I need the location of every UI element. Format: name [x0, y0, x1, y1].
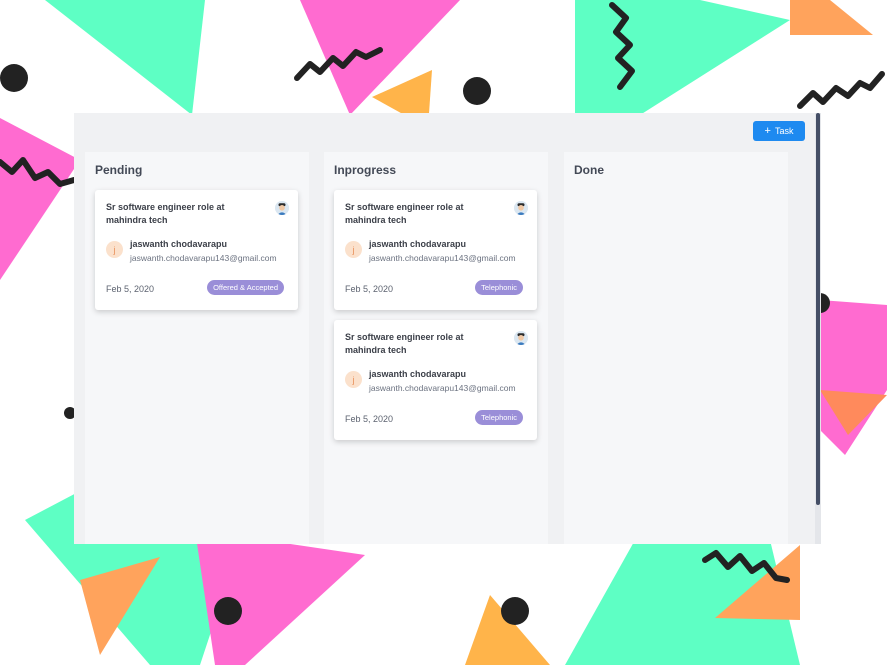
candidate-name: jaswanth chodavarapu: [369, 239, 467, 249]
task-date: Feb 5, 2020: [345, 284, 394, 294]
candidate-email: jaswanth.chodavarapu143@gmail.com: [130, 253, 277, 263]
avatar: [514, 201, 528, 215]
candidate-email: jaswanth.chodavarapu143@gmail.com: [369, 253, 516, 263]
task-date: Feb 5, 2020: [106, 284, 155, 294]
task-card[interactable]: Sr software engineer role at mahindra te…: [334, 190, 537, 310]
task-card[interactable]: Sr software engineer role at mahindra te…: [334, 320, 537, 440]
scrollbar-thumb[interactable]: [816, 113, 820, 505]
status-badge: Telephonic: [475, 410, 523, 425]
column-title: Done: [574, 163, 604, 177]
status-badge: Offered & Accepted: [207, 280, 284, 295]
candidate-avatar: j: [345, 371, 362, 388]
candidate-avatar: j: [106, 241, 123, 258]
candidate-name: jaswanth chodavarapu: [369, 369, 467, 379]
status-badge: Telephonic: [475, 280, 523, 295]
task-date: Feb 5, 2020: [345, 414, 394, 424]
column-title: Pending: [95, 163, 143, 177]
candidate-email: jaswanth.chodavarapu143@gmail.com: [369, 383, 516, 393]
column-done: Done: [564, 152, 788, 544]
scrollbar-track[interactable]: [815, 113, 821, 544]
add-task-label: Task: [774, 126, 794, 136]
task-card[interactable]: Sr software engineer role at mahindra te…: [95, 190, 298, 310]
task-title: Sr software engineer role at mahindra te…: [106, 202, 225, 225]
column-pending: Pending Sr software engineer role at mah…: [85, 152, 309, 544]
add-task-button[interactable]: + Task: [753, 121, 805, 141]
task-board: + Task Pending Sr software engineer role…: [74, 113, 821, 544]
task-title: Sr software engineer role at mahindra te…: [345, 202, 464, 225]
avatar: [514, 331, 528, 345]
task-title: Sr software engineer role at mahindra te…: [345, 332, 464, 355]
avatar: [275, 201, 289, 215]
column-title: Inprogress: [334, 163, 397, 177]
column-inprogress: Inprogress Sr software engineer role at …: [324, 152, 548, 544]
plus-icon: +: [764, 124, 771, 137]
candidate-avatar: j: [345, 241, 362, 258]
candidate-name: jaswanth chodavarapu: [130, 239, 228, 249]
